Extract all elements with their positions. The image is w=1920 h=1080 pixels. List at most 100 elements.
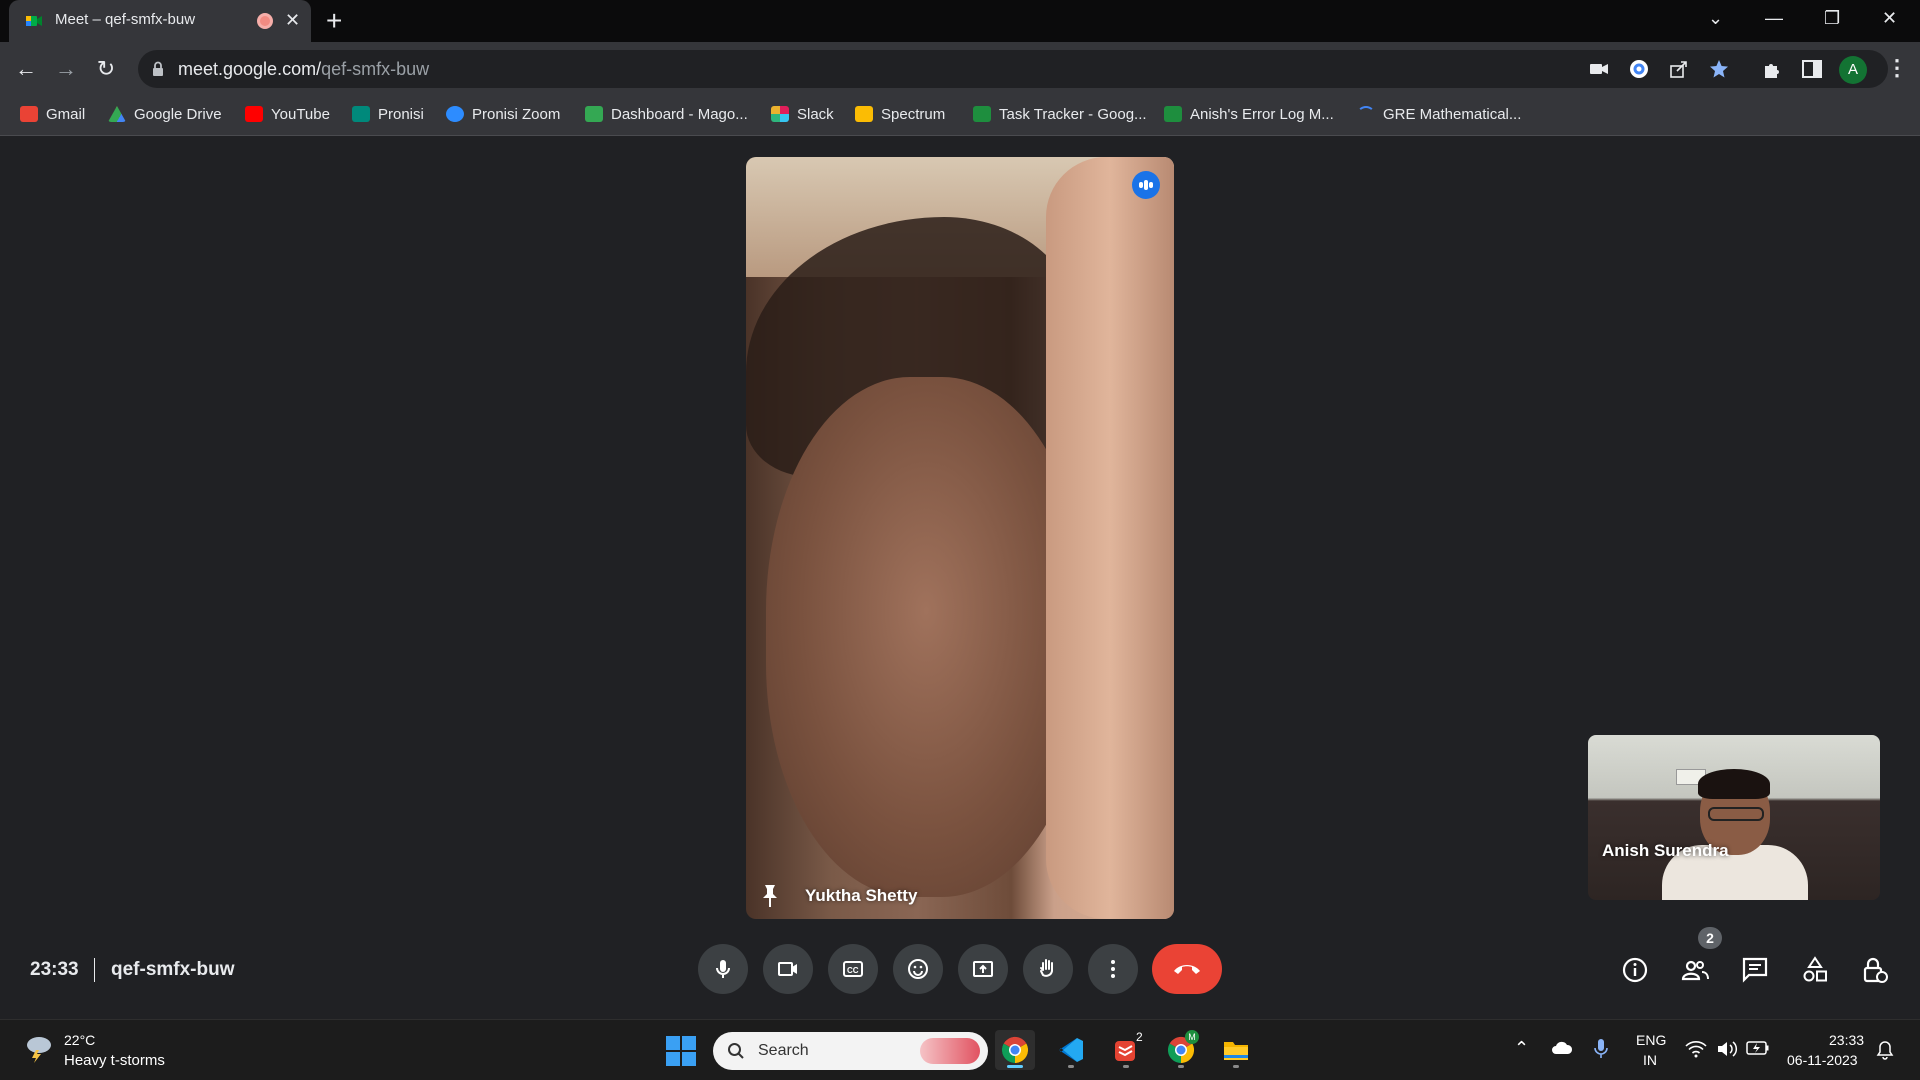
bookmark-youtube[interactable]: YouTube <box>245 106 330 123</box>
more-options-button[interactable] <box>1088 944 1138 994</box>
folder-icon <box>1224 1042 1248 1060</box>
video-feed-hair <box>1698 769 1770 799</box>
reload-icon[interactable]: ↻ <box>90 53 122 85</box>
share-icon[interactable] <box>1668 58 1690 80</box>
bookmark-pronisi-zoom[interactable]: Pronisi Zoom <box>446 106 560 123</box>
video-feed-face <box>766 377 1086 897</box>
taskbar-search-box[interactable]: Search <box>713 1032 988 1070</box>
new-tab-button[interactable]: + <box>326 6 342 36</box>
sheets-icon <box>1164 106 1182 122</box>
tab-close-icon[interactable]: ✕ <box>285 10 300 30</box>
bookmark-error-log[interactable]: Anish's Error Log M... <box>1164 106 1334 123</box>
restore-button[interactable]: ❐ <box>1824 8 1840 29</box>
participant-name-main: Yuktha Shetty <box>805 886 918 905</box>
input-language[interactable]: ENG <box>1636 1032 1666 1048</box>
loading-icon <box>1357 106 1375 122</box>
bookmark-task-tracker[interactable]: Task Tracker - Goog... <box>973 106 1147 123</box>
profile-avatar[interactable]: A <box>1839 56 1867 84</box>
profile-badge: M <box>1185 1030 1199 1044</box>
taskbar-vscode[interactable] <box>1051 1030 1091 1070</box>
side-panel-icon[interactable] <box>1801 58 1823 80</box>
pin-icon[interactable] <box>760 883 780 909</box>
chrome-menu-icon[interactable]: ⋮ <box>1886 55 1908 81</box>
taskbar-chrome-profile[interactable]: M <box>1161 1030 1201 1070</box>
tab-search-chevron-icon[interactable]: ⌄ <box>1708 8 1723 29</box>
bookmark-google-drive[interactable]: Google Drive <box>108 106 222 123</box>
tab-strip: Meet – qef-smfx-buw ✕ + ⌄ — ❐ ✕ <box>0 0 1920 42</box>
video-feed-glasses <box>1708 807 1764 821</box>
camera-in-use-icon[interactable] <box>1588 58 1610 80</box>
leave-call-button[interactable] <box>1152 944 1222 994</box>
show-hidden-icons-chevron-icon[interactable]: ⌃ <box>1514 1038 1529 1059</box>
wifi-icon[interactable] <box>1685 1040 1707 1058</box>
windows-logo-icon <box>666 1036 680 1050</box>
end-call-icon <box>1174 965 1200 974</box>
tab-meet[interactable]: Meet – qef-smfx-buw ✕ <box>9 0 311 42</box>
participant-tile-main[interactable]: Yuktha Shetty <box>746 157 1174 919</box>
hand-icon <box>1040 959 1053 977</box>
chat-icon[interactable] <box>1740 955 1770 985</box>
video-feed-arm <box>1046 157 1174 919</box>
back-arrow-icon[interactable]: ← <box>10 53 42 85</box>
minimize-button[interactable]: — <box>1765 8 1783 29</box>
chrome-icon <box>1001 1036 1029 1064</box>
gmail-icon <box>20 106 38 122</box>
extensions-puzzle-icon[interactable] <box>1761 58 1783 80</box>
raise-hand-button[interactable] <box>1023 944 1073 994</box>
bookmark-slack[interactable]: Slack <box>771 106 834 123</box>
svg-text:CC: CC <box>847 966 859 975</box>
bookmark-star-icon[interactable] <box>1708 58 1730 80</box>
close-window-button[interactable]: ✕ <box>1882 8 1897 29</box>
running-indicator <box>1123 1065 1129 1068</box>
onedrive-cloud-icon[interactable] <box>1551 1041 1573 1055</box>
search-highlight-image <box>920 1038 980 1064</box>
address-bar[interactable]: meet.google.com/qef-smfx-buw <box>138 50 1888 88</box>
input-region[interactable]: IN <box>1643 1052 1657 1068</box>
reactions-button[interactable] <box>893 944 943 994</box>
taskbar-chrome[interactable] <box>995 1030 1035 1070</box>
present-screen-button[interactable] <box>958 944 1008 994</box>
slack-icon <box>771 106 789 122</box>
host-controls-lock-icon[interactable] <box>1860 955 1890 985</box>
forward-arrow-icon[interactable]: → <box>50 53 82 85</box>
start-button[interactable] <box>666 1036 696 1066</box>
bookmark-gmail[interactable]: Gmail <box>20 106 85 123</box>
recording-indicator-icon <box>257 13 273 29</box>
microphone-button[interactable] <box>698 944 748 994</box>
participant-tile-self[interactable]: Anish Surendra <box>1588 735 1880 900</box>
taskbar-file-explorer[interactable] <box>1216 1030 1256 1070</box>
bookmark-pronisi[interactable]: Pronisi <box>352 106 424 123</box>
dashboard-icon <box>585 106 603 122</box>
participant-name-self: Anish Surendra <box>1602 841 1729 860</box>
running-indicator <box>1068 1065 1074 1068</box>
people-icon[interactable] <box>1680 955 1710 985</box>
sheets-icon <box>973 106 991 122</box>
battery-charging-icon[interactable] <box>1746 1041 1770 1055</box>
thunderstorm-weather-icon[interactable] <box>22 1034 54 1064</box>
bookmark-gre[interactable]: GRE Mathematical... <box>1357 106 1521 123</box>
volume-icon[interactable] <box>1716 1040 1738 1058</box>
spectrum-icon <box>855 106 873 122</box>
bookmark-dashboard[interactable]: Dashboard - Mago... <box>585 106 748 123</box>
system-clock-time[interactable]: 23:33 <box>1829 1032 1864 1048</box>
speaking-indicator-icon <box>1132 171 1160 199</box>
more-vert-icon <box>1111 960 1115 978</box>
windows-taskbar: 22°C Heavy t-storms Search 2 M ⌃ ENG IN … <box>0 1019 1920 1080</box>
system-clock-date[interactable]: 06-11-2023 <box>1787 1052 1858 1068</box>
google-lens-icon[interactable] <box>1628 58 1650 80</box>
camera-icon <box>778 962 797 976</box>
bookmark-spectrum[interactable]: Spectrum <box>855 106 945 123</box>
taskbar-todoist[interactable]: 2 <box>1106 1030 1146 1070</box>
emoji-icon <box>908 959 928 979</box>
running-indicator <box>1233 1065 1239 1068</box>
search-placeholder: Search <box>758 1042 809 1059</box>
notification-bell-icon[interactable] <box>1876 1040 1894 1060</box>
active-indicator <box>1007 1065 1023 1068</box>
people-count-badge: 2 <box>1698 927 1722 949</box>
camera-button[interactable] <box>763 944 813 994</box>
captions-button[interactable]: CC <box>828 944 878 994</box>
microphone-in-use-icon[interactable] <box>1593 1038 1609 1060</box>
meeting-details-info-icon[interactable] <box>1620 955 1650 985</box>
activities-icon[interactable] <box>1800 955 1830 985</box>
google-meet-icon <box>26 16 42 26</box>
